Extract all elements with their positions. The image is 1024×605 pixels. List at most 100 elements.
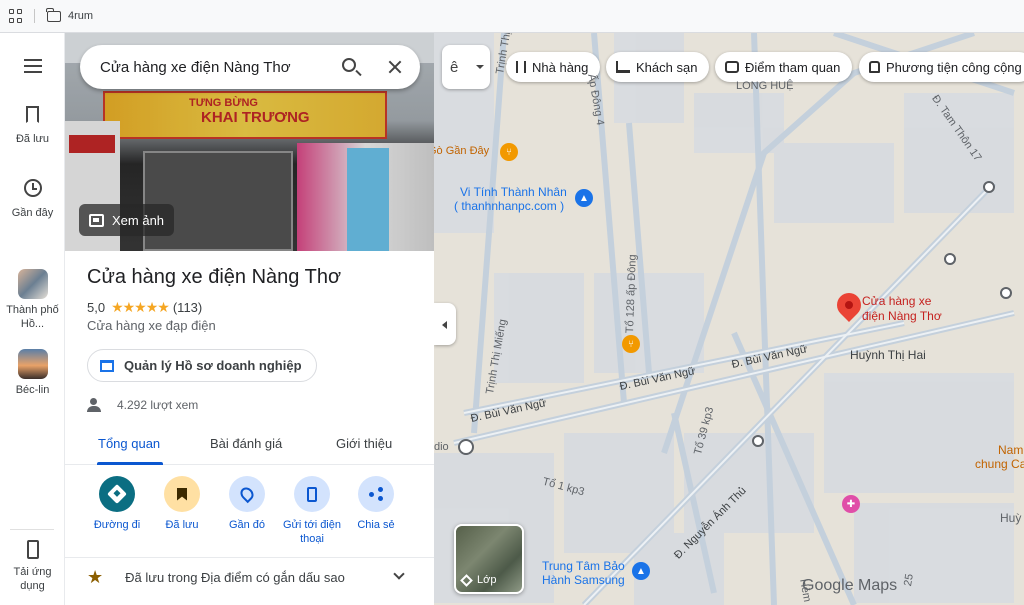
bookmark-folder-label[interactable]: 4rum (68, 10, 93, 22)
restaurant-pin-icon[interactable]: ⑂ (622, 335, 640, 353)
place-thumbnail (17, 349, 48, 379)
caret-down-icon (476, 65, 484, 69)
transit-icon (869, 61, 880, 73)
chip-label: Phương tiện công cộng (886, 59, 1022, 75)
save-button[interactable]: Đã lưu (152, 476, 212, 532)
bus-stop-icon[interactable] (983, 181, 995, 193)
chevron-down-icon[interactable] (393, 568, 405, 580)
share-label: Chia sẻ (357, 519, 395, 531)
chip-attractions[interactable]: Điểm tham quan (715, 52, 853, 82)
rail-label-saved: Đã lưu (15, 133, 50, 145)
rating-row: 5,0 ★★★★★ (113) (87, 299, 202, 316)
chip-label: Khách sạn (636, 59, 698, 75)
bookmarks-bar: 4rum (0, 0, 1024, 33)
rail-item-recent[interactable]: Gần đây (0, 179, 65, 220)
transit-stop-icon[interactable] (458, 439, 474, 455)
place-category[interactable]: Cửa hàng xe đạp điện (87, 318, 216, 333)
chip-label: Điểm tham quan (745, 59, 841, 75)
star-rating-icon: ★★★★★ (111, 299, 170, 315)
search-icon[interactable] (342, 58, 356, 72)
chip-hotels[interactable]: Khách sạn (606, 52, 710, 82)
nearby-icon (237, 484, 257, 504)
shop-pin-icon[interactable]: ▲ (575, 189, 593, 207)
restaurant-pin-icon[interactable]: ⑂ (500, 143, 518, 161)
rail-item-recent-place-1[interactable]: Thành phố Hồ... (0, 269, 65, 331)
tab-reviews[interactable]: Bài đánh giá (210, 436, 282, 451)
poi-label[interactable]: Trung Tâm Bảo (542, 559, 625, 573)
map-canvas[interactable]: ê Nhà hàng Khách sạn Điểm tham quan Phươ… (434, 33, 1024, 605)
language-toggle[interactable]: ê (442, 45, 490, 89)
rail-item-recent-place-2[interactable]: Béc-lin (0, 349, 65, 397)
bookmark-icon (177, 487, 187, 501)
poi-label[interactable]: ( thanhnhanpc.com ) (454, 199, 564, 213)
tab-about[interactable]: Giới thiệu (336, 436, 392, 451)
bus-stop-icon[interactable] (752, 435, 764, 447)
google-maps-logo: Google Maps (802, 577, 898, 594)
place-thumbnail (17, 269, 48, 299)
share-icon (369, 487, 383, 501)
rail-label-place-1: Thành phố Hồ... (6, 304, 59, 330)
apps-grid-icon[interactable] (9, 9, 23, 23)
bus-stop-icon[interactable] (1000, 287, 1012, 299)
camera-icon (725, 61, 739, 73)
layers-button[interactable]: Lớp (454, 524, 524, 594)
language-glyph: ê (450, 58, 459, 76)
views-row: 4.292 lượt xem (87, 398, 198, 412)
send-to-phone-button[interactable]: Gửi tới điện thoại (281, 476, 343, 546)
area-label: chung Ca (975, 457, 1024, 471)
restaurant-icon (516, 61, 526, 73)
service-pin-icon[interactable]: ✚ (842, 495, 860, 513)
bookmark-icon (26, 106, 39, 123)
place-panel: TƯNG BỪNG KHAI TRƯƠNG Xem ảnh Cửa hàng x… (65, 33, 434, 605)
review-count[interactable]: (113) (173, 300, 202, 315)
pin-label-1[interactable]: Cửa hàng xe (862, 294, 931, 308)
search-input[interactable] (100, 57, 320, 77)
send-to-phone-label: Gửi tới điện thoại (283, 519, 341, 545)
divider (10, 529, 54, 530)
saved-list-label: Đã lưu trong Địa điểm có gắn dấu sao (125, 570, 345, 585)
nearby-button[interactable]: Gần đó (217, 476, 277, 532)
layers-icon (460, 573, 473, 587)
poi-label[interactable]: Hành Samsung (542, 573, 625, 587)
share-button[interactable]: Chia sẻ (346, 476, 406, 532)
poi-label: Gò Gần Đây (434, 145, 490, 157)
poi-label[interactable]: Vi Tính Thành Nhân (460, 185, 567, 199)
saved-list-row[interactable]: ★ Đã lưu trong Địa điểm có gắn dấu sao (65, 557, 434, 597)
manage-business-profile-button[interactable]: Quản lý Hồ sơ doanh nghiệp (87, 349, 317, 382)
folder-icon[interactable] (46, 7, 61, 22)
rail-label-recent: Gần đây (11, 207, 54, 219)
view-photos-label: Xem ảnh (112, 212, 165, 228)
shop-pin-icon[interactable]: ▲ (632, 562, 650, 580)
divider (34, 9, 35, 23)
menu-icon[interactable] (24, 59, 42, 73)
send-to-phone-icon (307, 486, 317, 502)
directions-button[interactable]: Đường đi (87, 476, 147, 532)
star-icon: ★ (87, 567, 104, 587)
rail-item-download-app[interactable]: Tải ứng dụng (0, 540, 65, 593)
chip-label: Nhà hàng (532, 59, 589, 75)
poi-label: dio (434, 441, 449, 453)
tab-overview[interactable]: Tổng quan (98, 436, 160, 451)
views-count: 4.292 lượt xem (117, 398, 199, 412)
left-rail: Đã lưu Gần đây Thành phố Hồ... Béc-lin T… (0, 33, 65, 605)
place-tabs: Tổng quan Bài đánh giá Giới thiệu (65, 426, 434, 465)
directions-label: Đường đi (93, 519, 141, 531)
storefront-icon (100, 359, 114, 372)
area-label: Huỳ (1000, 511, 1022, 525)
bus-stop-icon[interactable] (944, 253, 956, 265)
collapse-panel-button[interactable] (434, 303, 456, 345)
save-label: Đã lưu (165, 519, 199, 531)
pin-label-2[interactable]: điện Nàng Thơ (862, 309, 942, 323)
close-icon[interactable] (386, 58, 404, 76)
search-box (80, 45, 420, 89)
rating-value: 5,0 (87, 300, 106, 315)
people-icon (87, 398, 107, 412)
photo-library-icon (89, 213, 104, 227)
manage-label: Quản lý Hồ sơ doanh nghiệp (124, 358, 302, 373)
phone-icon (26, 540, 39, 559)
view-photos-button[interactable]: Xem ảnh (79, 204, 175, 236)
nearby-label: Gần đó (228, 519, 266, 531)
chip-transit[interactable]: Phương tiện công cộng (859, 52, 1024, 82)
layers-label: Lớp (477, 574, 497, 586)
rail-item-saved[interactable]: Đã lưu (0, 106, 65, 146)
